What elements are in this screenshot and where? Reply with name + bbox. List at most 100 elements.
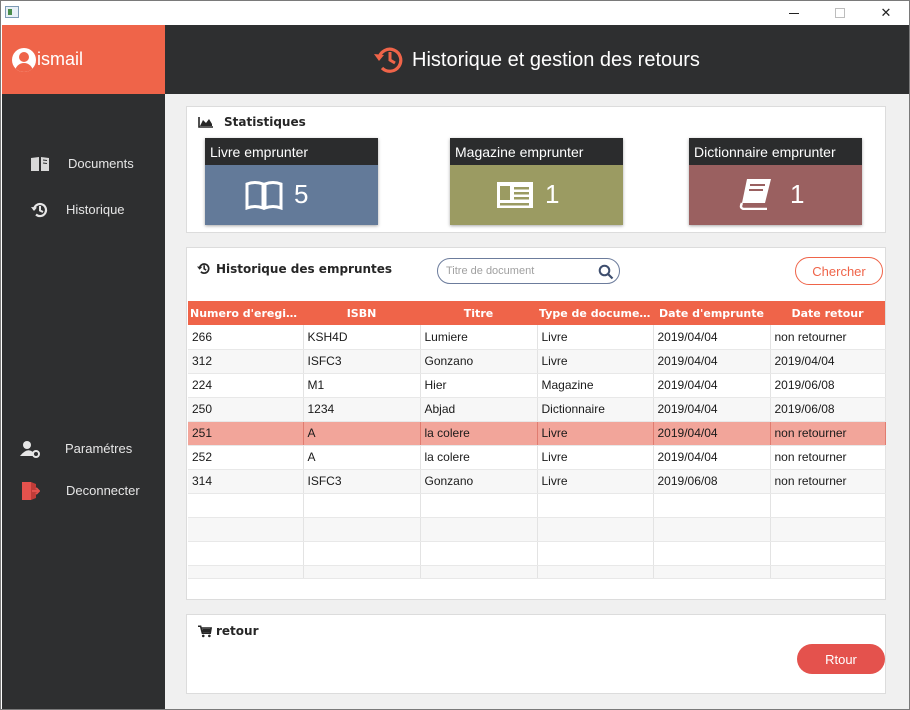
sidebar-item-parametres[interactable]: Paramétres xyxy=(2,434,165,464)
stat-card-livre: Livre emprunter 5 xyxy=(205,138,378,225)
table-cell: 2019/06/08 xyxy=(770,373,886,398)
history-title: Historique des empruntes xyxy=(216,262,393,276)
table-cell: 2019/06/08 xyxy=(770,397,886,422)
column-header[interactable]: Titre xyxy=(420,301,537,325)
column-header[interactable]: Date d'emprunte xyxy=(653,301,770,325)
table-cell: la colere xyxy=(420,421,538,446)
sidebar-item-documents[interactable]: Documents xyxy=(2,149,165,179)
table-cell: Livre xyxy=(537,445,654,470)
table-cell: 312 xyxy=(188,349,304,374)
table-cell: Gonzano xyxy=(420,349,538,374)
sidebar-item-label: Deconnecter xyxy=(66,483,140,498)
stat-card-value: 1 xyxy=(790,179,805,209)
table-cell: non retourner xyxy=(770,469,886,494)
maximize-button[interactable] xyxy=(817,1,863,25)
table-cell: 2019/04/04 xyxy=(653,373,771,398)
app-window: ✕ ismail Documents Historique Paramétres… xyxy=(0,0,910,710)
cart-icon xyxy=(198,625,212,638)
table-cell: Abjad xyxy=(420,397,538,422)
stat-card-body: 5 xyxy=(205,165,378,225)
table-cell: 2019/04/04 xyxy=(770,349,886,374)
table-cell: 252 xyxy=(188,445,304,470)
sidebar-item-label: Paramétres xyxy=(65,441,133,456)
logout-icon xyxy=(22,482,40,500)
maximize-icon xyxy=(835,8,845,18)
table-header-row: Numero d'eregist... ISBN Titre Type de d… xyxy=(188,301,885,325)
book-open-icon xyxy=(245,181,283,210)
table-cell: Livre xyxy=(537,325,654,350)
table-row[interactable]: 224 M1 Hier Magazine 2019/04/04 2019/06/… xyxy=(188,373,886,398)
user-settings-icon xyxy=(20,441,40,458)
column-header[interactable]: Type de document xyxy=(537,301,653,325)
sidebar-item-label: Documents xyxy=(68,156,134,171)
table-cell: M1 xyxy=(303,373,421,398)
table-cell: Livre xyxy=(537,469,654,494)
table-cell: 2019/06/08 xyxy=(653,469,771,494)
table-row-empty xyxy=(188,541,886,566)
table-cell: 250 xyxy=(188,397,304,422)
table-row-empty xyxy=(188,493,886,518)
stat-card-label: Livre emprunter xyxy=(205,138,378,165)
history-panel: Historique des empruntes Chercher Numero… xyxy=(186,247,886,600)
table-cell: 2019/04/04 xyxy=(653,445,771,470)
page-header: Historique et gestion des retours xyxy=(165,25,909,94)
table-row[interactable]: 266 KSH4D Lumiere Livre 2019/04/04 non r… xyxy=(188,325,886,350)
user-avatar-icon xyxy=(12,48,36,72)
table-cell: A xyxy=(303,421,421,446)
table-row-empty xyxy=(188,517,886,542)
table-cell: non retourner xyxy=(770,445,886,470)
column-header[interactable]: ISBN xyxy=(303,301,420,325)
table-row[interactable]: 312 ISFC3 Gonzano Livre 2019/04/04 2019/… xyxy=(188,349,886,374)
table-cell: 2019/04/04 xyxy=(653,349,771,374)
open-book-icon xyxy=(31,157,49,171)
newspaper-icon xyxy=(497,182,533,208)
user-profile: ismail xyxy=(2,25,165,94)
close-icon: ✕ xyxy=(880,5,892,21)
stat-card-value: 5 xyxy=(294,179,309,209)
sidebar-item-label: Historique xyxy=(66,202,125,217)
table-cell: Hier xyxy=(420,373,538,398)
table-cell: 2019/04/04 xyxy=(653,421,771,446)
table-cell: Livre xyxy=(537,421,654,446)
close-button[interactable]: ✕ xyxy=(863,1,909,25)
table-row-selected[interactable]: 251 A la colere Livre 2019/04/04 non ret… xyxy=(188,421,886,446)
history-icon xyxy=(374,47,403,73)
stat-card-body: 1 xyxy=(689,165,862,225)
minimize-icon xyxy=(789,12,799,14)
sidebar-item-deconnecter[interactable]: Deconnecter xyxy=(2,476,165,506)
column-header[interactable]: Date retour xyxy=(770,301,885,325)
table-cell: Livre xyxy=(537,349,654,374)
statistics-panel: Statistiques Livre emprunter 5 Magazine … xyxy=(186,106,886,233)
stat-card-magazine: Magazine emprunter 1 xyxy=(450,138,623,225)
statistics-title: Statistiques xyxy=(224,115,306,129)
retour-panel: retour Rtour xyxy=(186,614,886,694)
table-row[interactable]: 252 A la colere Livre 2019/04/04 non ret… xyxy=(188,445,886,470)
search-field[interactable] xyxy=(437,258,620,284)
table-cell: la colere xyxy=(420,445,538,470)
main-content: Statistiques Livre emprunter 5 Magazine … xyxy=(165,94,909,709)
book-icon xyxy=(739,179,771,210)
retour-title: retour xyxy=(216,624,259,638)
stat-card-label: Dictionnaire emprunter xyxy=(689,138,862,165)
column-header[interactable]: Numero d'eregist... xyxy=(188,301,303,325)
area-chart-icon xyxy=(198,117,213,128)
title-bar: ✕ xyxy=(1,1,909,25)
return-button[interactable]: Rtour xyxy=(797,644,885,674)
table-cell: ISFC3 xyxy=(303,469,421,494)
search-icon[interactable] xyxy=(598,264,614,280)
sidebar: ismail Documents Historique Paramétres D… xyxy=(2,25,165,709)
table-cell: 1234 xyxy=(303,397,421,422)
search-input[interactable] xyxy=(446,263,596,279)
table-cell: A xyxy=(303,445,421,470)
table-row[interactable]: 314 ISFC3 Gonzano Livre 2019/06/08 non r… xyxy=(188,469,886,494)
table-row[interactable]: 250 1234 Abjad Dictionnaire 2019/04/04 2… xyxy=(188,397,886,422)
stat-card-label: Magazine emprunter xyxy=(450,138,623,165)
minimize-button[interactable] xyxy=(771,1,817,25)
table-cell: KSH4D xyxy=(303,325,421,350)
stat-card-body: 1 xyxy=(450,165,623,225)
table-cell: Lumiere xyxy=(420,325,538,350)
search-button[interactable]: Chercher xyxy=(795,257,883,285)
table-cell: 314 xyxy=(188,469,304,494)
sidebar-item-historique[interactable]: Historique xyxy=(2,195,165,225)
table-cell: 224 xyxy=(188,373,304,398)
